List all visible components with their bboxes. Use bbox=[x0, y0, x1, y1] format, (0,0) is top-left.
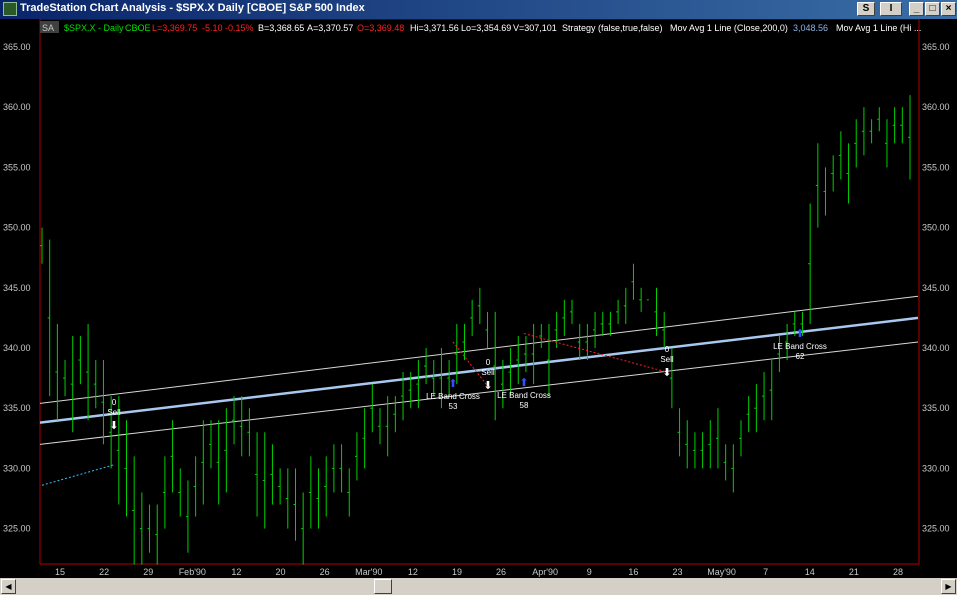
status-ask: A=3,370.57 bbox=[307, 23, 353, 33]
x-tick-label: 19 bbox=[452, 567, 462, 577]
price-bars bbox=[40, 95, 911, 565]
y-tick-label-left: 335.00 bbox=[3, 403, 31, 413]
buy-arrow-icon: ⬆ bbox=[795, 328, 804, 340]
x-tick-label: 28 bbox=[893, 567, 903, 577]
s-button[interactable]: S bbox=[857, 2, 875, 16]
strategy-signals: 0Sell⬇⬆LE Band Cross530Sell⬇ ⬆LE Band Cro… bbox=[41, 328, 827, 486]
minimize-button[interactable]: _ bbox=[909, 2, 924, 16]
horizontal-scrollbar[interactable]: ◀ ▶ bbox=[0, 578, 957, 595]
sell-count-label: 0 bbox=[665, 345, 670, 354]
buy-arrow-icon: ⬆ bbox=[519, 377, 528, 389]
y-tick-label-right: 365.00 bbox=[922, 42, 950, 52]
title-bar: TradeStation Chart Analysis - $SPX.X Dai… bbox=[0, 0, 957, 19]
status-bid: B=3,368.65 bbox=[258, 23, 304, 33]
x-tick-label: 12 bbox=[408, 567, 418, 577]
status-mavg: Mov Avg 1 Line (Close,200,0) bbox=[670, 23, 788, 33]
x-tick-label: May'90 bbox=[707, 567, 736, 577]
scroll-right-icon[interactable]: ▶ bbox=[941, 579, 956, 594]
buy-count-label: 58 bbox=[520, 401, 529, 410]
trade-line bbox=[41, 464, 115, 486]
close-button[interactable]: × bbox=[941, 2, 956, 16]
y-tick-label-left: 365.00 bbox=[3, 42, 31, 52]
status-hi: Hi=3,371.56 bbox=[410, 23, 459, 33]
x-tick-label: Feb'90 bbox=[179, 567, 206, 577]
x-tick-label: 15 bbox=[55, 567, 65, 577]
buy-label: LE Band Cross bbox=[497, 391, 551, 400]
sell-count-label: 0 bbox=[112, 398, 117, 407]
sell-label: Sell bbox=[481, 368, 495, 377]
sell-arrow-icon: ⬇ bbox=[662, 367, 671, 379]
y-tick-label-right: 360.00 bbox=[922, 102, 950, 112]
scroll-thumb[interactable] bbox=[374, 579, 392, 594]
y-tick-label-right: 340.00 bbox=[922, 343, 950, 353]
status-symbol: $SPX.X - Daily bbox=[64, 23, 124, 33]
status-open: O=3,369.48 bbox=[357, 23, 404, 33]
status-pct: -0.15% bbox=[225, 23, 254, 33]
sa-badge: SA bbox=[42, 23, 54, 33]
price-chart[interactable]: 0Sell⬇⬆LE Band Cross530Sell⬇ ⬆LE Band Cro… bbox=[0, 18, 957, 578]
sell-arrow-icon: ⬇ bbox=[109, 420, 118, 432]
sell-label: Sell bbox=[660, 355, 674, 364]
y-tick-label-left: 350.00 bbox=[3, 223, 31, 233]
status-exchange: CBOE bbox=[125, 23, 151, 33]
buy-label: LE Band Cross bbox=[773, 342, 827, 351]
x-tick-label: 14 bbox=[805, 567, 815, 577]
y-tick-label-right: 330.00 bbox=[922, 463, 950, 473]
sell-label: Sell bbox=[107, 408, 121, 417]
x-tick-label: 16 bbox=[628, 567, 638, 577]
y-tick-label-right: 355.00 bbox=[922, 162, 950, 172]
window-title: TradeStation Chart Analysis - $SPX.X Dai… bbox=[20, 2, 365, 14]
y-tick-label-left: 330.00 bbox=[3, 463, 31, 473]
y-tick-label-left: 355.00 bbox=[3, 162, 31, 172]
y-tick-label-right: 345.00 bbox=[922, 283, 950, 293]
y-tick-label-left: 340.00 bbox=[3, 343, 31, 353]
x-tick-label: 7 bbox=[763, 567, 768, 577]
chart-area[interactable]: 0 Sell ⬇ ⬆ LE Band Cross 53 0 Sell ⬇ ⬆ LE Band Cro… bbox=[0, 18, 957, 578]
moving-average-line bbox=[39, 316, 919, 424]
x-tick-label: 22 bbox=[99, 567, 109, 577]
x-tick-label: 9 bbox=[587, 567, 592, 577]
x-tick-label: 23 bbox=[672, 567, 682, 577]
buy-label: LE Band Cross bbox=[426, 392, 480, 401]
status-strategy: Strategy (false,true,false) bbox=[562, 23, 663, 33]
trade-line bbox=[452, 341, 489, 387]
y-tick-label-left: 345.00 bbox=[3, 283, 31, 293]
buy-count-label: 62 bbox=[796, 352, 805, 361]
x-tick-label: Mar'90 bbox=[355, 567, 382, 577]
y-tick-label-right: 335.00 bbox=[922, 403, 950, 413]
maximize-button[interactable]: □ bbox=[925, 2, 940, 16]
y-axis: 365.00 365.00 360.00 360.00 355.00 355.00 350.… bbox=[3, 42, 950, 534]
status-change: -5.10 bbox=[202, 23, 223, 33]
y-tick-label-right: 350.00 bbox=[922, 223, 950, 233]
x-tick-label: 20 bbox=[276, 567, 286, 577]
x-tick-label: 29 bbox=[143, 567, 153, 577]
scroll-left-icon[interactable]: ◀ bbox=[1, 579, 16, 594]
x-tick-label: Apr'90 bbox=[532, 567, 558, 577]
status-lo: Lo=3,354.69 bbox=[461, 23, 511, 33]
x-axis: 15 22 29 Feb'90 12 20 26 Mar'90 12 19 26 Apr'90 9 16 2… bbox=[55, 567, 903, 577]
x-tick-label: 26 bbox=[320, 567, 330, 577]
y-tick-label-left: 325.00 bbox=[3, 524, 31, 534]
sell-count-label: 0 bbox=[486, 358, 491, 367]
x-tick-label: 21 bbox=[849, 567, 859, 577]
buy-arrow-icon: ⬆ bbox=[448, 378, 457, 390]
status-vol: V=307,101 bbox=[513, 23, 557, 33]
y-tick-label-left: 360.00 bbox=[3, 102, 31, 112]
x-tick-label: 12 bbox=[231, 567, 241, 577]
app-icon bbox=[3, 2, 17, 16]
status-last: L=3,369.75 bbox=[152, 23, 197, 33]
status-mavg-value: 3,048.56 bbox=[793, 23, 828, 33]
y-tick-label-right: 325.00 bbox=[922, 524, 950, 534]
i-button[interactable]: I bbox=[880, 2, 902, 16]
x-tick-label: 26 bbox=[496, 567, 506, 577]
buy-count-label: 53 bbox=[449, 402, 458, 411]
bands bbox=[39, 295, 919, 445]
status-mavg2: Mov Avg 1 Line (Hi ... bbox=[836, 23, 921, 33]
